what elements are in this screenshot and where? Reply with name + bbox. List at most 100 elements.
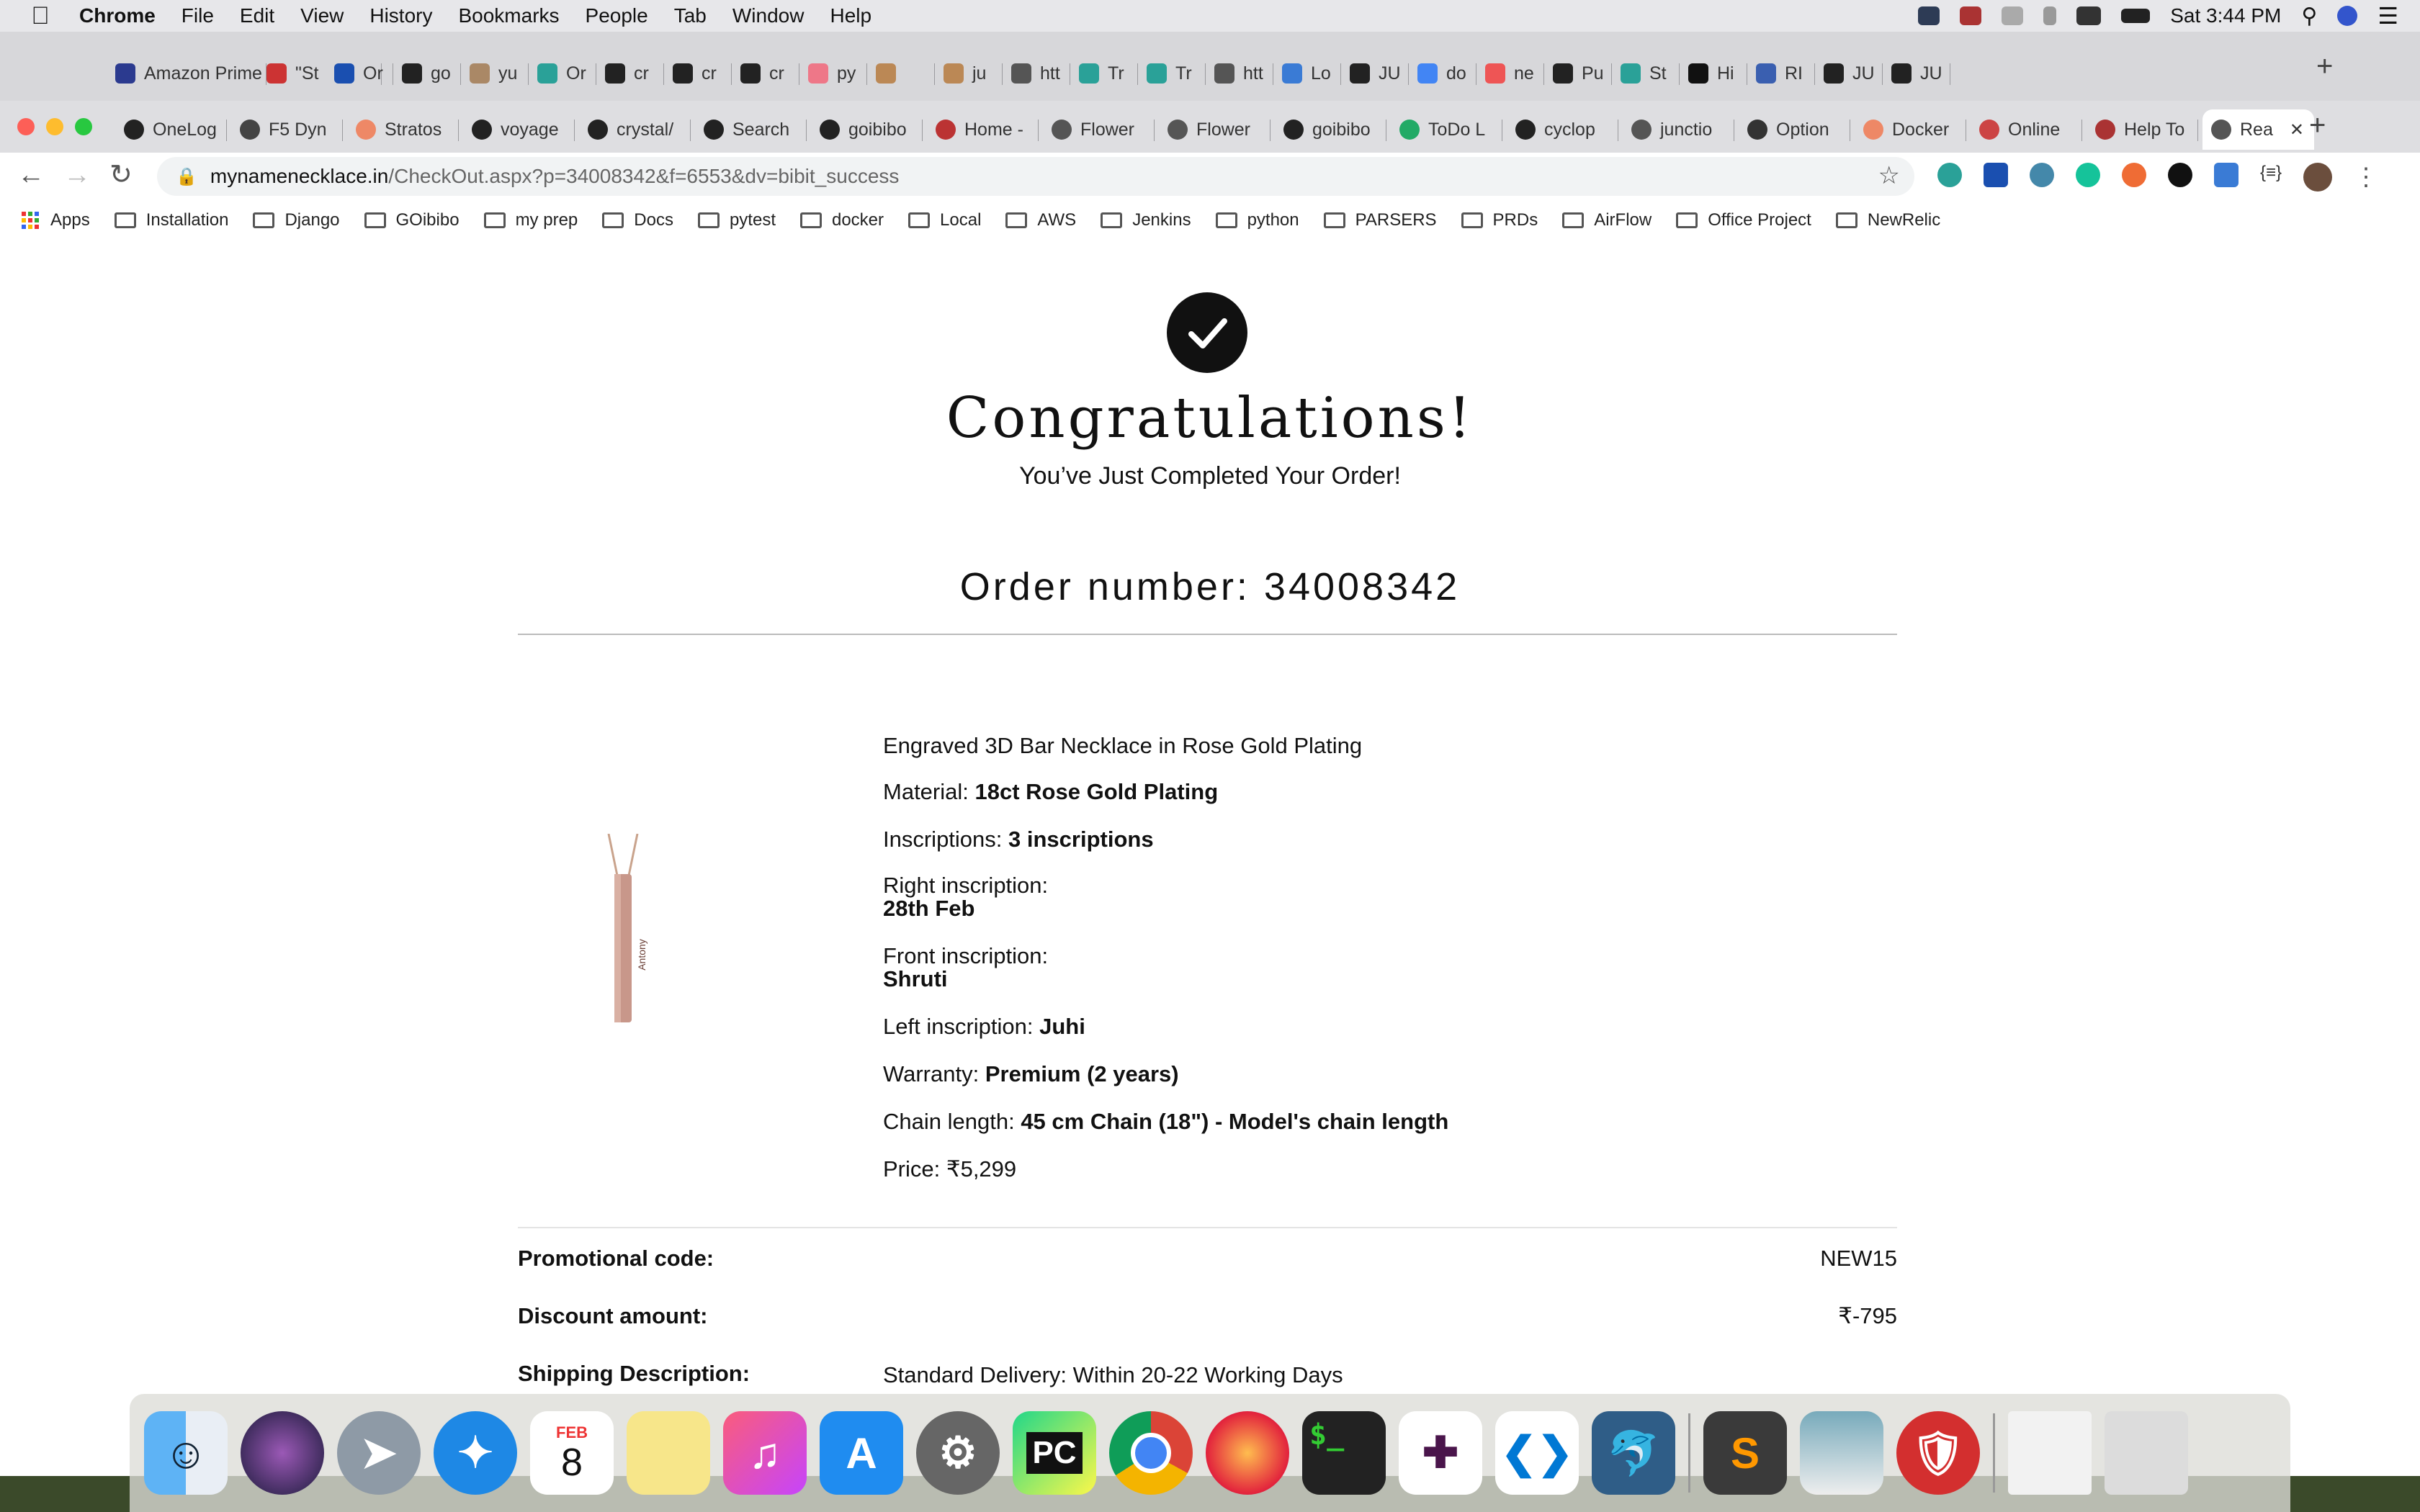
bookmark-folder[interactable]: docker bbox=[799, 210, 884, 230]
trash-icon[interactable] bbox=[2105, 1411, 2188, 1495]
slack-icon[interactable]: ✚ bbox=[1399, 1411, 1482, 1495]
new-tab-icon[interactable]: + bbox=[2309, 109, 2326, 142]
extension-json-icon[interactable]: {≡} bbox=[2260, 163, 2282, 192]
back-arrow-icon[interactable]: ← bbox=[17, 160, 45, 191]
bookmark-folder[interactable]: Office Project bbox=[1676, 210, 1811, 230]
menu-tab[interactable]: Tab bbox=[674, 4, 707, 27]
back-window-tab[interactable]: go bbox=[402, 53, 461, 94]
docker-status-icon[interactable] bbox=[1918, 6, 1940, 25]
profile-avatar[interactable] bbox=[2303, 163, 2333, 192]
sublime-text-icon[interactable]: S bbox=[1703, 1411, 1787, 1495]
tab[interactable]: Help To bbox=[2087, 109, 2198, 150]
tab[interactable]: Online bbox=[1971, 109, 2082, 150]
tab[interactable]: Option bbox=[1739, 109, 1850, 150]
notification-center-icon[interactable]: ☰ bbox=[2378, 2, 2398, 30]
window-minimize-button[interactable] bbox=[46, 118, 63, 135]
back-window-tab[interactable]: Pu bbox=[1553, 53, 1612, 94]
menu-edit[interactable]: Edit bbox=[240, 4, 274, 27]
back-window-tab[interactable]: Or bbox=[537, 53, 596, 94]
back-window-tab[interactable]: RI bbox=[1756, 53, 1815, 94]
menu-people[interactable]: People bbox=[586, 4, 648, 27]
tab[interactable]: voyage bbox=[463, 109, 575, 150]
notes-icon[interactable] bbox=[627, 1411, 710, 1495]
back-window-tab[interactable]: py bbox=[808, 53, 867, 94]
safari-icon[interactable]: ✦ bbox=[434, 1411, 517, 1495]
menu-app-name[interactable]: Chrome bbox=[79, 4, 156, 27]
window-close-button[interactable] bbox=[17, 118, 35, 135]
preview-icon[interactable] bbox=[1800, 1411, 1883, 1495]
music-icon[interactable]: ♫ bbox=[723, 1411, 807, 1495]
extension-globe-icon[interactable] bbox=[2030, 163, 2054, 187]
back-window-tab[interactable]: do bbox=[1417, 53, 1476, 94]
bookmark-folder[interactable]: Jenkins bbox=[1101, 210, 1191, 230]
bookmark-folder[interactable]: my prep bbox=[483, 210, 578, 230]
menu-bookmarks[interactable]: Bookmarks bbox=[458, 4, 559, 27]
apple-menu-icon[interactable]:  bbox=[27, 3, 53, 29]
bookmark-folder[interactable]: Django bbox=[253, 210, 340, 230]
battery-icon[interactable] bbox=[2121, 9, 2151, 23]
bookmark-star-icon[interactable]: ☆ bbox=[1878, 161, 1900, 190]
back-window-tab[interactable]: yu bbox=[470, 53, 529, 94]
bluetooth-icon[interactable] bbox=[2043, 6, 2057, 25]
bookmark-folder[interactable]: Docs bbox=[602, 210, 673, 230]
back-window-tab[interactable]: Tr bbox=[1079, 53, 1138, 94]
back-window-tab[interactable]: cr bbox=[740, 53, 799, 94]
tab[interactable]: Stratos bbox=[347, 109, 459, 150]
vscode-icon[interactable]: ❮❯ bbox=[1495, 1411, 1579, 1495]
chrome-icon[interactable] bbox=[1109, 1411, 1193, 1495]
gmail-status-icon[interactable] bbox=[1960, 6, 1982, 25]
extension-v-icon[interactable] bbox=[1984, 163, 2008, 187]
pycharm-icon[interactable]: PC bbox=[1013, 1411, 1096, 1495]
bookmark-folder[interactable]: Local bbox=[908, 210, 981, 230]
screenshot-status-icon[interactable] bbox=[2002, 6, 2024, 25]
back-window-tab[interactable]: JU bbox=[1350, 53, 1409, 94]
back-window-tab[interactable]: Tr bbox=[1147, 53, 1206, 94]
menu-help[interactable]: Help bbox=[830, 4, 871, 27]
tab[interactable]: junctio bbox=[1623, 109, 1734, 150]
launchpad-icon[interactable]: ➤ bbox=[337, 1411, 421, 1495]
system-preferences-icon[interactable]: ⚙ bbox=[916, 1411, 1000, 1495]
calendar-icon[interactable]: FEB 8 bbox=[530, 1411, 614, 1495]
bookmark-folder[interactable]: PARSERS bbox=[1323, 210, 1437, 230]
tab[interactable]: Docker bbox=[1855, 109, 1966, 150]
tab[interactable]: cyclop bbox=[1507, 109, 1618, 150]
user-avatar-icon[interactable] bbox=[2337, 6, 2358, 26]
back-window-tab[interactable]: cr bbox=[605, 53, 664, 94]
bookmark-folder[interactable]: PRDs bbox=[1461, 210, 1538, 230]
tab[interactable]: crystal/ bbox=[579, 109, 691, 150]
back-window-tab[interactable]: ne bbox=[1485, 53, 1544, 94]
menu-view[interactable]: View bbox=[300, 4, 344, 27]
chrome-menu-icon[interactable]: ⋮ bbox=[2354, 163, 2378, 192]
finder-icon[interactable]: ☺ bbox=[144, 1411, 228, 1495]
bookmark-folder[interactable]: Installation bbox=[114, 210, 228, 230]
back-window-tab[interactable]: JU bbox=[1824, 53, 1883, 94]
firefox-icon[interactable] bbox=[1206, 1411, 1289, 1495]
extension-go-icon[interactable] bbox=[2122, 163, 2146, 187]
tab[interactable]: F5 Dyn bbox=[231, 109, 343, 150]
downloads-stack-icon[interactable] bbox=[2008, 1411, 2092, 1495]
tab[interactable]: Flower bbox=[1043, 109, 1155, 150]
bookmark-folder[interactable]: pytest bbox=[697, 210, 776, 230]
menu-file[interactable]: File bbox=[182, 4, 214, 27]
forward-arrow-icon[interactable]: → bbox=[63, 160, 91, 191]
lastpass-icon[interactable]: 🛡 bbox=[1896, 1411, 1980, 1495]
wifi-icon[interactable] bbox=[2076, 6, 2102, 25]
extension-window-icon[interactable] bbox=[2214, 163, 2238, 187]
extension-grammarly-icon[interactable] bbox=[2076, 163, 2100, 187]
new-tab-icon[interactable]: + bbox=[2316, 50, 2333, 83]
tab[interactable]: Flower bbox=[1159, 109, 1270, 150]
menubar-clock[interactable]: Sat 3:44 PM bbox=[2170, 4, 2281, 27]
back-window-tab[interactable]: Or bbox=[334, 53, 393, 94]
tab[interactable]: OneLog bbox=[115, 109, 227, 150]
mysql-workbench-icon[interactable]: 🐬 bbox=[1592, 1411, 1675, 1495]
back-window-tab[interactable]: cr bbox=[673, 53, 732, 94]
app-store-icon[interactable]: A bbox=[820, 1411, 903, 1495]
back-window-tab[interactable]: Lo bbox=[1282, 53, 1341, 94]
tab-active[interactable]: Rea ✕ bbox=[2202, 109, 2314, 150]
back-window-tab[interactable]: htt bbox=[1214, 53, 1273, 94]
bookmark-folder[interactable]: python bbox=[1215, 210, 1299, 230]
tab[interactable]: Home - bbox=[927, 109, 1039, 150]
spotlight-search-icon[interactable]: ⚲ bbox=[2301, 4, 2317, 29]
bookmark-apps[interactable]: Apps bbox=[22, 210, 90, 230]
menu-window[interactable]: Window bbox=[732, 4, 805, 27]
